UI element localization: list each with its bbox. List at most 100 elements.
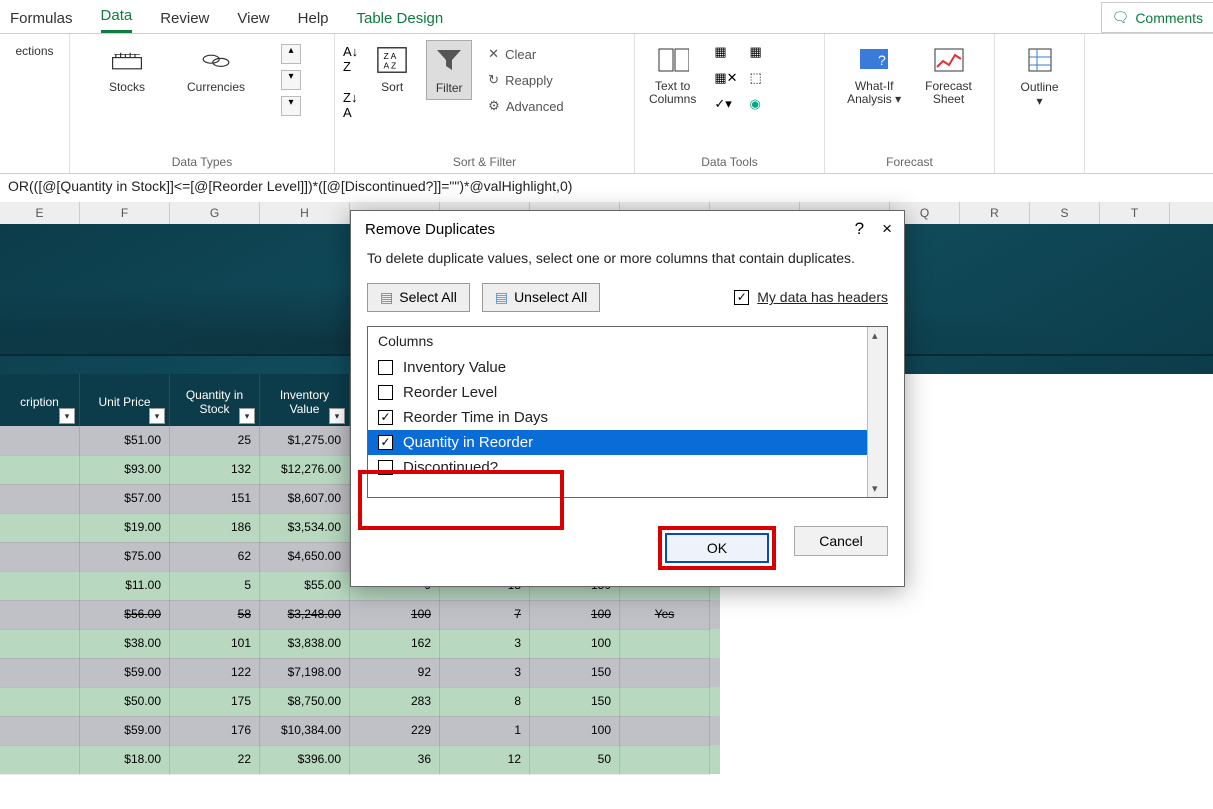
table-cell[interactable] (0, 571, 80, 601)
table-cell[interactable] (0, 658, 80, 688)
column-item[interactable]: Discontinued? (368, 455, 887, 480)
table-cell[interactable]: $8,750.00 (260, 687, 350, 717)
table-cell[interactable]: $11.00 (80, 571, 170, 601)
data-types-up[interactable]: ▴ (281, 44, 301, 64)
table-cell[interactable]: $50.00 (80, 687, 170, 717)
scrollbar[interactable] (867, 327, 887, 497)
manage-data-model-icon[interactable]: ◉ (750, 96, 762, 112)
table-cell[interactable]: $59.00 (80, 716, 170, 746)
table-cell[interactable]: $396.00 (260, 745, 350, 775)
relationships-icon[interactable]: ⬚ (750, 70, 762, 86)
table-cell[interactable]: 100 (530, 600, 620, 630)
tab-table-design[interactable]: Table Design (357, 10, 444, 33)
table-cell[interactable] (0, 542, 80, 572)
headers-checkbox[interactable] (734, 290, 749, 305)
table-cell[interactable]: $3,838.00 (260, 629, 350, 659)
table-cell[interactable]: 3 (440, 658, 530, 688)
forecast-sheet-button[interactable]: ForecastSheet (919, 40, 978, 110)
table-cell[interactable]: $18.00 (80, 745, 170, 775)
table-cell[interactable]: 150 (530, 658, 620, 688)
table-cell[interactable]: 50 (530, 745, 620, 775)
ok-button[interactable]: OK (665, 533, 769, 563)
table-cell[interactable]: $75.00 (80, 542, 170, 572)
flash-fill-icon[interactable]: ▦ (714, 44, 737, 60)
table-cell[interactable]: $38.00 (80, 629, 170, 659)
table-cell[interactable]: 283 (350, 687, 440, 717)
tab-data[interactable]: Data (101, 7, 133, 33)
currencies-button[interactable]: Currencies (181, 40, 251, 98)
table-cell[interactable]: $19.00 (80, 513, 170, 543)
column-item[interactable]: Reorder Time in Days (368, 405, 887, 430)
table-cell[interactable]: 7 (440, 600, 530, 630)
table-cell[interactable] (0, 687, 80, 717)
table-cell[interactable]: $51.00 (80, 426, 170, 456)
table-cell[interactable] (0, 426, 80, 456)
consolidate-icon[interactable]: ▦ (750, 44, 762, 60)
col-qty-stock[interactable]: Quantity in Stock (170, 374, 260, 426)
column-item[interactable]: Inventory Value (368, 355, 887, 380)
table-row[interactable]: $18.0022$396.00361250 (0, 745, 720, 774)
advanced-button[interactable]: ⚙Advanced (484, 96, 567, 116)
table-cell[interactable]: 101 (170, 629, 260, 659)
table-cell[interactable]: 22 (170, 745, 260, 775)
table-cell[interactable]: $55.00 (260, 571, 350, 601)
table-cell[interactable] (620, 716, 710, 746)
table-cell[interactable]: 58 (170, 600, 260, 630)
table-cell[interactable]: 175 (170, 687, 260, 717)
table-cell[interactable]: 100 (350, 600, 440, 630)
table-cell[interactable]: 25 (170, 426, 260, 456)
table-cell[interactable]: 100 (530, 716, 620, 746)
table-cell[interactable] (620, 687, 710, 717)
table-cell[interactable]: 229 (350, 716, 440, 746)
table-cell[interactable]: $3,534.00 (260, 513, 350, 543)
table-cell[interactable] (620, 745, 710, 775)
table-cell[interactable] (0, 600, 80, 630)
column-checkbox[interactable] (378, 410, 393, 425)
table-cell[interactable] (0, 513, 80, 543)
formula-bar[interactable]: OR(([@[Quantity in Stock]]<=[@[Reorder L… (0, 174, 1213, 202)
table-cell[interactable]: 132 (170, 455, 260, 485)
text-to-columns-button[interactable]: Text toColumns (643, 40, 702, 110)
table-cell[interactable]: $59.00 (80, 658, 170, 688)
sort-asc-icon[interactable]: A↓Z (343, 44, 358, 74)
column-checkbox[interactable] (378, 460, 393, 475)
stocks-button[interactable]: Stocks (103, 40, 151, 98)
col-description[interactable]: cription (0, 374, 80, 426)
table-row[interactable]: $50.00175$8,750.002838150 (0, 687, 720, 716)
table-cell[interactable]: 12 (440, 745, 530, 775)
table-cell[interactable]: $56.00 (80, 600, 170, 630)
column-checkbox[interactable] (378, 435, 393, 450)
tab-help[interactable]: Help (298, 10, 329, 33)
col-inventory-value[interactable]: Inventory Value (260, 374, 350, 426)
tab-formulas[interactable]: Formulas (10, 10, 73, 33)
table-cell[interactable] (620, 629, 710, 659)
table-cell[interactable] (0, 484, 80, 514)
table-cell[interactable]: 186 (170, 513, 260, 543)
cancel-button[interactable]: Cancel (794, 526, 888, 556)
table-cell[interactable]: 62 (170, 542, 260, 572)
data-validation-icon[interactable]: ✓▾ (714, 96, 737, 112)
table-cell[interactable]: $4,650.00 (260, 542, 350, 572)
table-cell[interactable]: 151 (170, 484, 260, 514)
column-item[interactable]: Reorder Level (368, 380, 887, 405)
table-cell[interactable]: 150 (530, 687, 620, 717)
unselect-all-button[interactable]: ▤ Unselect All (482, 283, 600, 312)
table-cell[interactable]: $10,384.00 (260, 716, 350, 746)
table-cell[interactable]: 122 (170, 658, 260, 688)
comments-button[interactable]: 🗨 Comments (1101, 2, 1213, 33)
column-checkbox[interactable] (378, 385, 393, 400)
table-cell[interactable] (0, 629, 80, 659)
tab-review[interactable]: Review (160, 10, 209, 33)
table-cell[interactable]: 8 (440, 687, 530, 717)
table-cell[interactable]: $3,248.00 (260, 600, 350, 630)
table-cell[interactable] (0, 455, 80, 485)
table-cell[interactable]: $7,198.00 (260, 658, 350, 688)
table-cell[interactable]: $57.00 (80, 484, 170, 514)
data-types-down[interactable]: ▾ (281, 70, 301, 90)
table-cell[interactable]: 162 (350, 629, 440, 659)
column-item[interactable]: Quantity in Reorder (368, 430, 887, 455)
column-checkbox[interactable] (378, 360, 393, 375)
remove-duplicates-icon[interactable]: ▦✕ (714, 70, 737, 86)
tab-view[interactable]: View (237, 10, 269, 33)
filter-button[interactable]: Filter (426, 40, 472, 100)
